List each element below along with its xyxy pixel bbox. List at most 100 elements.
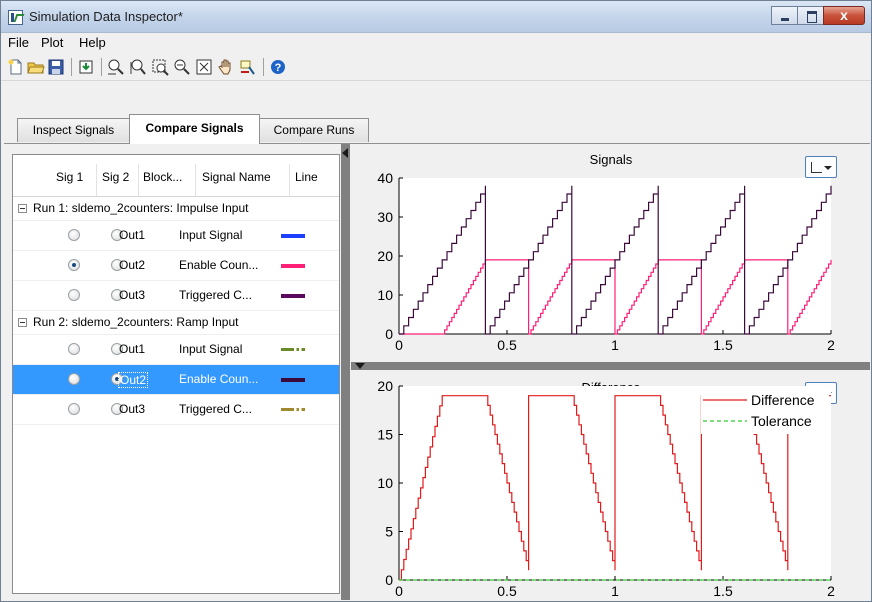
legend-label: Tolerance — [751, 413, 812, 429]
sig1-radio[interactable] — [68, 229, 80, 241]
open-icon[interactable] — [27, 58, 45, 76]
toolbar-separator — [101, 58, 102, 76]
y-tick-label: 40 — [377, 170, 393, 186]
tab-compare-signals[interactable]: Compare Signals — [129, 114, 260, 144]
sig1-radio[interactable] — [68, 373, 80, 385]
run-group-row[interactable]: Run 1: sldemo_2counters: Impulse Input — [13, 197, 339, 221]
run-label: Run 2: sldemo_2counters: Ramp Input — [33, 315, 239, 329]
run-label: Run 1: sldemo_2counters: Impulse Input — [33, 201, 249, 215]
horizontal-splitter[interactable] — [351, 362, 870, 370]
header-divider — [138, 164, 139, 196]
signals-plot[interactable]: 0 0.5 1 1.5 2010203040 — [351, 144, 870, 362]
y-tick-label: 10 — [377, 475, 393, 491]
line-style-swatch[interactable] — [281, 294, 305, 298]
app-icon — [8, 10, 23, 25]
line-style-swatch[interactable] — [281, 378, 305, 382]
save-icon[interactable] — [47, 58, 65, 76]
import-icon[interactable] — [77, 58, 95, 76]
collapse-icon[interactable] — [18, 204, 27, 213]
sig1-radio[interactable] — [68, 403, 80, 415]
y-tick-label: 5 — [385, 524, 393, 540]
collapse-left-icon[interactable] — [342, 148, 348, 158]
header-block[interactable]: Block... — [143, 170, 182, 184]
x-tick-label: 0.5 — [497, 337, 517, 353]
x-tick-label: 2 — [827, 583, 835, 599]
y-tick-label: 30 — [377, 209, 393, 225]
run-group-row[interactable]: Run 2: sldemo_2counters: Ramp Input — [13, 311, 339, 335]
sig1-radio[interactable] — [68, 289, 80, 301]
compare-signals-panel: Sig 1 Sig 2 Block... Signal Name Line Ru… — [4, 143, 870, 600]
x-tick-label: 0.5 — [497, 583, 517, 599]
pan-icon[interactable] — [217, 58, 235, 76]
header-sig2[interactable]: Sig 2 — [102, 170, 129, 184]
signal-name-cell: Triggered C... — [179, 288, 252, 302]
header-divider — [195, 164, 196, 196]
block-cell: Out1 — [119, 342, 146, 356]
table-row[interactable]: Out1 Input Signal — [13, 221, 339, 251]
header-divider — [96, 164, 97, 196]
fit-to-view-icon[interactable] — [195, 58, 213, 76]
header-sig1[interactable]: Sig 1 — [56, 170, 83, 184]
signal-name-cell: Enable Coun... — [179, 372, 259, 386]
x-tick-label: 1 — [611, 337, 619, 353]
collapse-icon[interactable] — [18, 318, 27, 327]
table-row[interactable]: Out1 Input Signal — [13, 335, 339, 365]
x-tick-label: 0 — [395, 337, 403, 353]
line-style-swatch[interactable] — [281, 234, 305, 238]
sig1-radio[interactable] — [68, 259, 80, 271]
header-divider — [289, 164, 290, 196]
block-cell: Out1 — [119, 228, 146, 242]
collapse-down-icon[interactable] — [355, 363, 365, 369]
maximize-button[interactable] — [797, 6, 824, 25]
line-style-swatch[interactable] — [281, 408, 305, 411]
toolbar-separator — [263, 58, 264, 76]
line-style-swatch[interactable] — [281, 348, 305, 351]
y-tick-label: 0 — [385, 326, 393, 342]
signal-name-cell: Enable Coun... — [179, 258, 259, 272]
zoom-in-icon[interactable] — [151, 58, 169, 76]
table-row[interactable]: Out3 Triggered C... — [13, 395, 339, 425]
y-tick-label: 10 — [377, 287, 393, 303]
tab-bar: Inspect Signals Compare Signals Compare … — [1, 81, 871, 144]
close-button[interactable]: x — [823, 6, 865, 25]
help-icon[interactable]: ? — [269, 58, 287, 76]
menu-bar: File Plot Help — [1, 33, 871, 53]
line-style-swatch[interactable] — [281, 264, 305, 268]
zoom-in-x-icon[interactable] — [107, 58, 125, 76]
data-cursor-icon[interactable] — [239, 58, 257, 76]
menu-help[interactable]: Help — [79, 35, 106, 50]
x-tick-label: 1 — [611, 583, 619, 599]
block-cell: Out3 — [119, 402, 146, 416]
block-cell: Out2 — [118, 372, 149, 388]
plot-area: Signals 00.511.52010203040 Difference 00… — [351, 144, 870, 600]
table-row[interactable]: Out2 Enable Coun... — [13, 251, 339, 281]
zoom-in-y-icon[interactable] — [129, 58, 147, 76]
signal-name-cell: Input Signal — [179, 228, 243, 242]
block-cell: Out2 — [119, 258, 146, 272]
window-title: Simulation Data Inspector* — [29, 9, 183, 24]
menu-file[interactable]: File — [8, 35, 29, 50]
difference-plot[interactable]: 0 0.5 1 1.5 205101520DifferenceTolerance — [351, 370, 870, 600]
header-signal-name[interactable]: Signal Name — [202, 170, 271, 184]
menu-plot[interactable]: Plot — [41, 35, 63, 50]
new-icon[interactable] — [7, 58, 25, 76]
block-cell: Out3 — [119, 288, 146, 302]
x-tick-label: 2 — [827, 337, 835, 353]
y-tick-label: 20 — [377, 378, 393, 394]
zoom-out-icon[interactable] — [173, 58, 191, 76]
signal-table: Sig 1 Sig 2 Block... Signal Name Line Ru… — [12, 154, 340, 594]
tab-compare-runs[interactable]: Compare Runs — [259, 118, 369, 142]
header-line[interactable]: Line — [295, 170, 318, 184]
window-controls: x — [771, 6, 865, 26]
table-row[interactable]: Out3 Triggered C... — [13, 281, 339, 311]
table-row-selected[interactable]: Out2 Enable Coun... — [13, 365, 339, 395]
y-tick-label: 20 — [377, 248, 393, 264]
minimize-button[interactable] — [771, 6, 798, 25]
tab-inspect-signals[interactable]: Inspect Signals — [17, 118, 130, 142]
app-window: Simulation Data Inspector* x File Plot H… — [0, 0, 872, 602]
x-tick-label: 1.5 — [713, 337, 733, 353]
sig1-radio[interactable] — [68, 343, 80, 355]
y-tick-label: 15 — [377, 427, 393, 443]
vertical-splitter[interactable] — [341, 144, 350, 600]
title-bar[interactable]: Simulation Data Inspector* x — [1, 1, 871, 33]
